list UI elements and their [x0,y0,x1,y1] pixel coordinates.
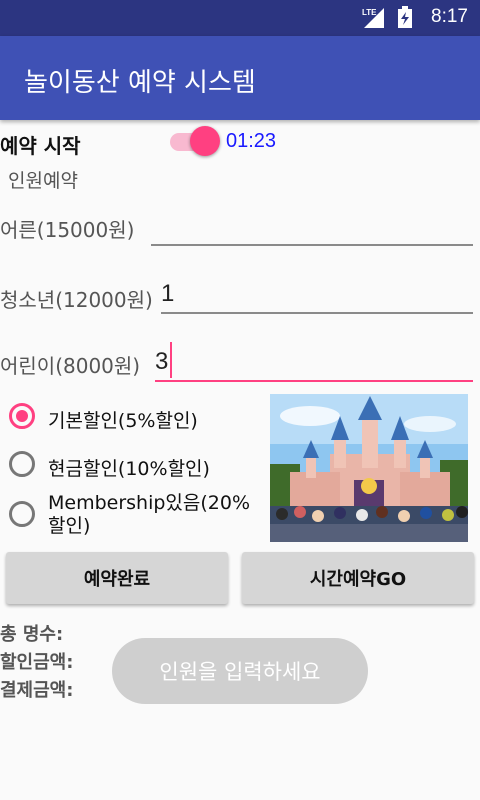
network-label: LTE [362,8,377,17]
clock: 8:17 [431,6,468,27]
child-value: 3 [155,348,169,375]
radio-ring [9,451,35,477]
text-caret [170,342,172,378]
child-input[interactable]: 3 [155,340,473,382]
membership-discount-label[interactable]: Membership있음(20%할인) [48,492,262,538]
reservation-timer: 01:23 [226,130,277,152]
castle-photo [270,394,468,542]
cash-discount-label[interactable]: 현금할인(10%할인) [48,454,210,481]
discount-amount-label: 할인금액: [0,652,74,673]
reservation-complete-button[interactable]: 예약완료 [6,552,228,604]
lte-signal-icon: LTE [362,8,384,28]
radio-dot [16,410,28,422]
teen-value: 1 [161,280,175,307]
total-count-label: 총 명수: [0,624,64,645]
teen-input[interactable]: 1 [161,272,473,314]
battery-icon [398,6,412,28]
payment-amount-label: 결제금액: [0,680,74,701]
adult-input[interactable] [151,204,473,246]
basic-discount-label[interactable]: 기본할인(5%할인) [48,406,198,433]
status-bar: LTE 8:17 [0,0,480,36]
people-reservation-label: 인원예약 [8,170,78,192]
radio-ring [9,501,35,527]
radio-membership-discount[interactable] [8,500,40,532]
child-label: 어린이(8000원) [0,354,141,378]
reservation-switch[interactable] [170,126,220,156]
input-hint-pill: 인원을 입력하세요 [112,638,368,704]
radio-cash-discount[interactable] [8,450,40,482]
reservation-start-label: 예약 시작 [0,134,81,158]
teen-label: 청소년(12000원) [0,288,153,312]
radio-basic-discount[interactable] [8,402,40,434]
app-title: 놀이동산 예약 시스템 [24,68,256,98]
switch-thumb [190,126,220,156]
time-reservation-go-button[interactable]: 시간예약GO [242,552,474,604]
app-bar: 놀이동산 예약 시스템 [0,36,480,120]
adult-label: 어른(15000원) [0,218,135,242]
